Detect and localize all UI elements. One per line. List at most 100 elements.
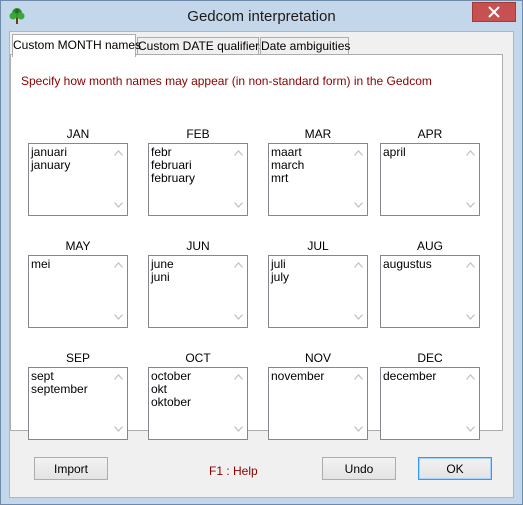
tab-label: Date ambiguities <box>261 39 351 53</box>
list-item[interactable]: mei <box>31 258 50 271</box>
scrollbar[interactable] <box>350 144 367 215</box>
tab-label: Custom MONTH names <box>13 38 142 52</box>
title-bar[interactable]: Gedcom interpretation <box>1 1 522 31</box>
month-list-jul[interactable]: juli july <box>268 255 368 328</box>
close-icon <box>488 6 500 18</box>
list-item[interactable]: april <box>383 146 406 159</box>
scroll-down-arrow-icon[interactable] <box>234 202 243 208</box>
scroll-up-arrow-icon[interactable] <box>354 150 363 156</box>
month-list-jun[interactable]: june juni <box>148 255 248 328</box>
scroll-down-arrow-icon[interactable] <box>466 426 475 432</box>
scrollbar[interactable] <box>230 144 247 215</box>
month-list-items: june juni <box>151 258 174 284</box>
scrollbar[interactable] <box>230 368 247 439</box>
list-item[interactable]: november <box>271 370 324 383</box>
month-label-dec: DEC <box>417 351 443 365</box>
month-list-dec[interactable]: december <box>380 367 480 440</box>
list-item[interactable]: february <box>151 172 195 185</box>
month-list-items: october okt oktober <box>151 370 191 409</box>
month-list-apr[interactable]: april <box>380 143 480 216</box>
month-list-items: augustus <box>383 258 432 271</box>
dialog-client-area: Custom MONTH names Custom DATE qualifier… <box>9 31 514 498</box>
scrollbar[interactable] <box>462 368 479 439</box>
scroll-up-arrow-icon[interactable] <box>354 374 363 380</box>
list-item[interactable]: mrt <box>271 172 304 185</box>
scroll-up-arrow-icon[interactable] <box>354 262 363 268</box>
scroll-up-arrow-icon[interactable] <box>466 262 475 268</box>
list-item[interactable]: september <box>31 383 88 396</box>
scroll-down-arrow-icon[interactable] <box>466 202 475 208</box>
month-list-may[interactable]: mei <box>28 255 128 328</box>
month-list-items: juli july <box>271 258 289 284</box>
help-hint: F1 : Help <box>209 464 258 478</box>
scroll-down-arrow-icon[interactable] <box>354 426 363 432</box>
scroll-up-arrow-icon[interactable] <box>114 374 123 380</box>
scrollbar[interactable] <box>110 256 127 327</box>
month-label-jul: JUL <box>307 239 329 253</box>
month-list-items: febr februari february <box>151 146 195 185</box>
month-list-feb[interactable]: febr februari february <box>148 143 248 216</box>
month-list-sep[interactable]: sept september <box>28 367 128 440</box>
month-list-nov[interactable]: november <box>268 367 368 440</box>
month-label-may: MAY <box>65 239 91 253</box>
scrollbar[interactable] <box>462 256 479 327</box>
ok-button[interactable]: OK <box>418 457 492 480</box>
month-list-items: december <box>383 370 436 383</box>
scroll-down-arrow-icon[interactable] <box>234 426 243 432</box>
scroll-up-arrow-icon[interactable] <box>234 150 243 156</box>
scrollbar[interactable] <box>110 368 127 439</box>
scroll-up-arrow-icon[interactable] <box>466 374 475 380</box>
scroll-down-arrow-icon[interactable] <box>114 202 123 208</box>
list-item[interactable]: augustus <box>383 258 432 271</box>
scrollbar[interactable] <box>230 256 247 327</box>
scroll-down-arrow-icon[interactable] <box>354 202 363 208</box>
import-button[interactable]: Import <box>34 457 108 480</box>
month-label-aug: AUG <box>416 239 443 253</box>
month-label-nov: NOV <box>304 351 331 365</box>
undo-button[interactable]: Undo <box>322 457 396 480</box>
scroll-down-arrow-icon[interactable] <box>466 314 475 320</box>
month-list-mar[interactable]: maart march mrt <box>268 143 368 216</box>
month-label-jan: JAN <box>66 127 90 141</box>
window-title: Gedcom interpretation <box>187 8 336 25</box>
scroll-down-arrow-icon[interactable] <box>354 314 363 320</box>
month-label-mar: MAR <box>304 127 332 141</box>
tab-custom-month-names[interactable]: Custom MONTH names <box>12 34 141 57</box>
month-label-oct: OCT <box>185 351 211 365</box>
month-label-apr: APR <box>417 127 443 141</box>
scroll-up-arrow-icon[interactable] <box>234 374 243 380</box>
list-item[interactable]: july <box>271 271 289 284</box>
month-names-panel: Specify how month names may appear (in n… <box>10 54 503 440</box>
month-list-jan[interactable]: januari january <box>28 143 128 216</box>
scroll-up-arrow-icon[interactable] <box>466 150 475 156</box>
scroll-up-arrow-icon[interactable] <box>234 262 243 268</box>
list-item[interactable]: juni <box>151 271 174 284</box>
undo-button-label: Undo <box>344 461 374 476</box>
scroll-down-arrow-icon[interactable] <box>234 314 243 320</box>
list-item[interactable]: december <box>383 370 436 383</box>
month-list-items: januari january <box>31 146 70 172</box>
month-list-items: mei <box>31 258 50 271</box>
list-item[interactable]: oktober <box>151 396 191 409</box>
month-list-aug[interactable]: augustus <box>380 255 480 328</box>
scroll-down-arrow-icon[interactable] <box>114 426 123 432</box>
ok-button-label: OK <box>446 461 464 476</box>
dialog-window: Gedcom interpretation Custom MONTH names… <box>0 0 523 505</box>
scrollbar[interactable] <box>350 256 367 327</box>
scroll-up-arrow-icon[interactable] <box>114 150 123 156</box>
instruction-text: Specify how month names may appear (in n… <box>21 74 432 88</box>
scroll-up-arrow-icon[interactable] <box>114 262 123 268</box>
month-list-items: november <box>271 370 324 383</box>
month-list-oct[interactable]: october okt oktober <box>148 367 248 440</box>
month-list-items: sept september <box>31 370 88 396</box>
scrollbar[interactable] <box>462 144 479 215</box>
scroll-down-arrow-icon[interactable] <box>114 314 123 320</box>
scrollbar[interactable] <box>110 144 127 215</box>
month-label-jun: JUN <box>186 239 210 253</box>
list-item[interactable]: january <box>31 159 70 172</box>
month-list-items: maart march mrt <box>271 146 304 185</box>
close-button[interactable] <box>472 2 516 22</box>
month-list-items: april <box>383 146 406 159</box>
month-label-sep: SEP <box>65 351 90 365</box>
scrollbar[interactable] <box>350 368 367 439</box>
